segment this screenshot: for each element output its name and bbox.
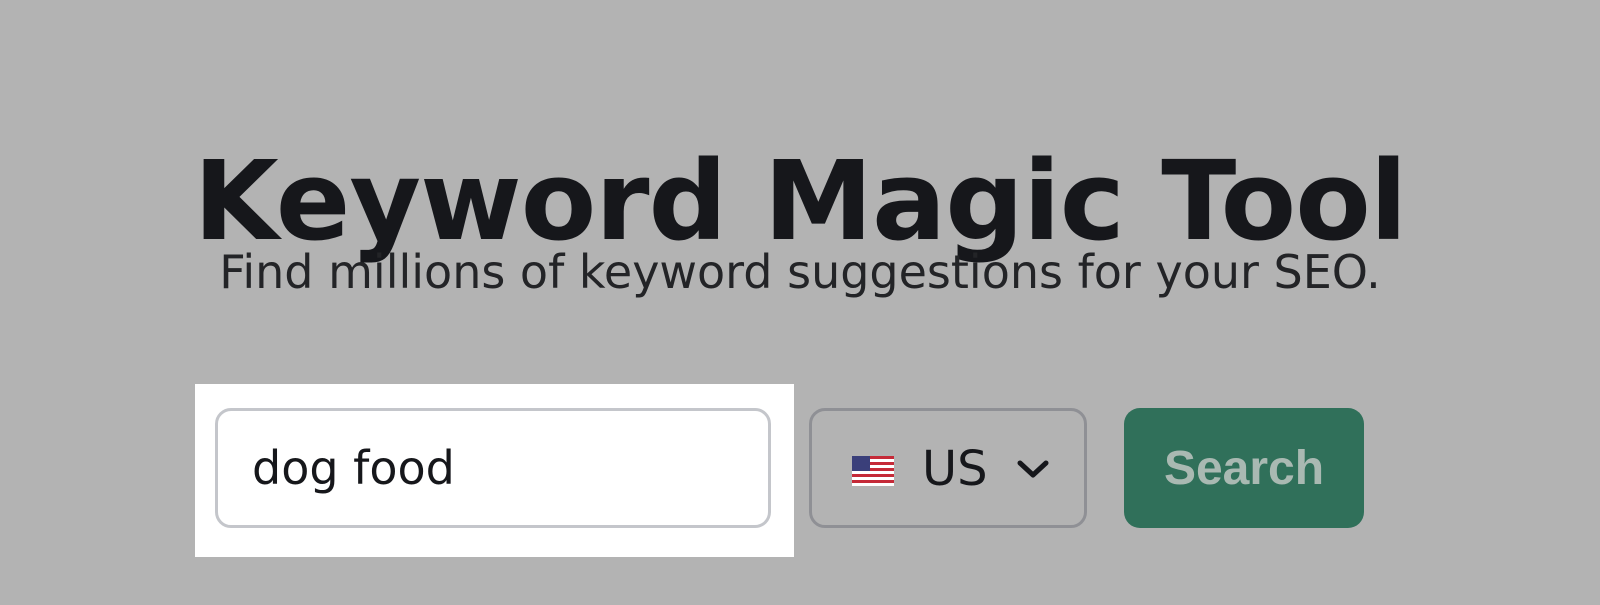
country-select[interactable]: US [809, 408, 1087, 528]
search-button[interactable]: Search [1124, 408, 1364, 528]
page-subtitle: Find millions of keyword suggestions for… [219, 245, 1381, 299]
search-input[interactable] [215, 408, 771, 528]
chevron-down-icon [1017, 460, 1049, 478]
us-flag-icon [852, 456, 894, 486]
country-label: US [922, 441, 988, 497]
